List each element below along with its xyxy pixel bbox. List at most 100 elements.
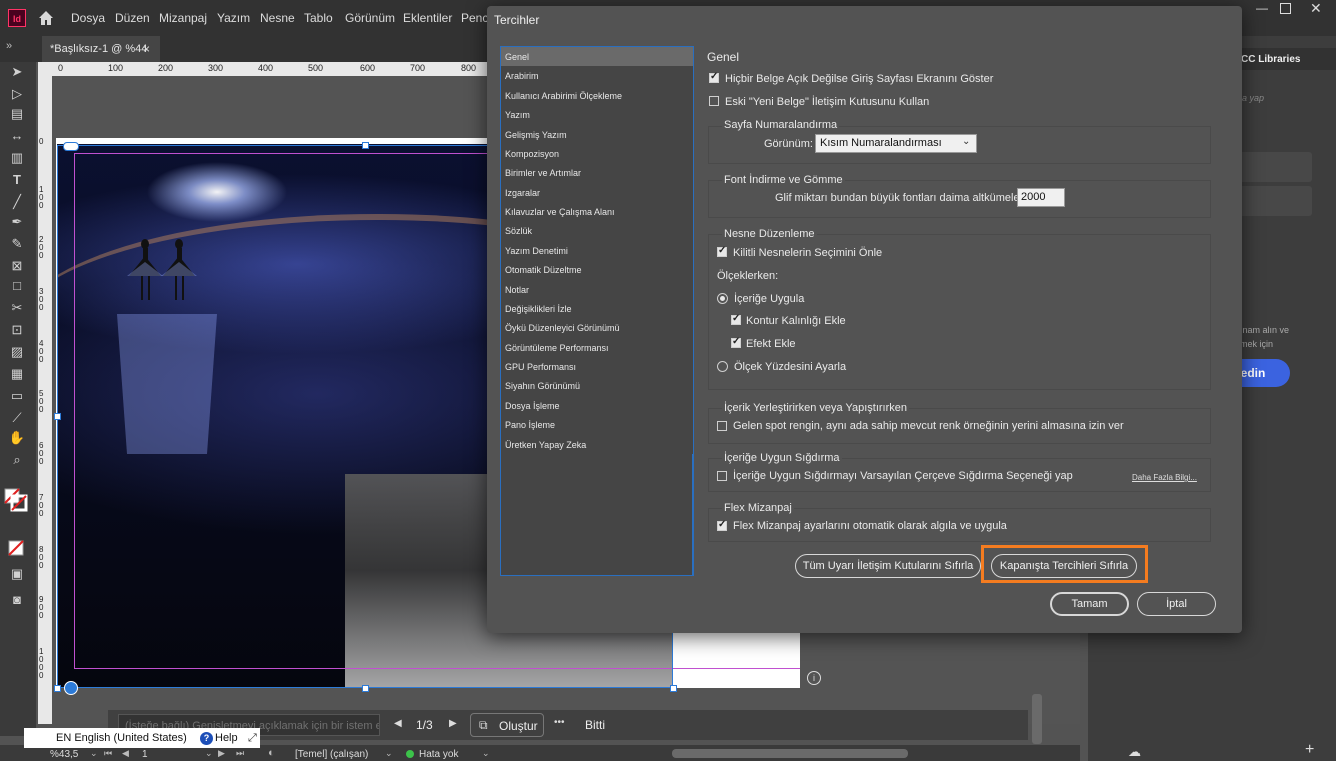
link-icon[interactable] [63, 142, 79, 151]
prev-variant-icon[interactable]: ◀ [394, 718, 402, 729]
category-notes[interactable]: Notlar [505, 285, 529, 295]
content-collector-icon[interactable]: ▥ [8, 150, 26, 166]
category-story-editor[interactable]: Öykü Düzenleyici Görünümü [505, 323, 620, 333]
next-variant-icon[interactable]: ▶ [449, 718, 457, 729]
scissors-tool-icon[interactable]: ✂ [8, 300, 26, 316]
gap-tool-icon[interactable]: ↔ [8, 128, 26, 144]
page-tool-icon[interactable]: ▤ [8, 106, 26, 122]
line-tool-icon[interactable]: ╱ [8, 194, 26, 210]
category-type[interactable]: Yazım [505, 110, 530, 120]
close-icon[interactable]: ✕ [1310, 0, 1322, 17]
next-page-icon[interactable]: ▶ [218, 748, 225, 759]
note-tool-icon[interactable]: ▭ [8, 388, 26, 404]
expand-icon[interactable]: ⤢ [248, 728, 257, 748]
preview-mode-icon[interactable]: ◙ [8, 592, 26, 608]
category-dictionary[interactable]: Sözlük [505, 226, 532, 236]
category-interface[interactable]: Arabirim [505, 71, 539, 81]
generate-button[interactable]: ⧉ Oluştur [470, 713, 544, 737]
style-indicator[interactable]: [Temel] (çalışan) [295, 749, 368, 760]
show-start-checkbox[interactable] [709, 71, 719, 83]
cancel-button[interactable]: İptal [1137, 592, 1216, 616]
category-clipboard[interactable]: Pano İşleme [505, 420, 555, 430]
help-icon[interactable]: ? [200, 732, 213, 745]
list-scrollbar[interactable] [692, 454, 693, 576]
add-effect-checkbox[interactable] [731, 336, 741, 348]
library-item[interactable] [1240, 186, 1312, 216]
eyedropper-tool-icon[interactable]: ⟋ [8, 410, 26, 426]
more-options-icon[interactable]: ••• [554, 717, 565, 728]
adjust-scale-radio[interactable] [717, 361, 728, 372]
pen-tool-icon[interactable]: ✒ [8, 214, 26, 230]
rectangle-frame-tool-icon[interactable]: ⊠ [8, 258, 26, 274]
category-composition[interactable]: Kompozisyon [505, 149, 559, 159]
language-label[interactable]: EN English (United States) [56, 728, 187, 748]
libraries-panel-title[interactable]: CC Libraries [1241, 54, 1300, 65]
library-item[interactable] [1240, 152, 1312, 182]
frame-handle[interactable] [54, 685, 61, 692]
apply-to-content-radio[interactable] [717, 293, 728, 304]
category-units[interactable]: Birimler ve Artımlar [505, 168, 581, 178]
type-tool-icon[interactable]: T [8, 172, 26, 188]
tab-close-icon[interactable]: × [143, 42, 150, 56]
view-dropdown[interactable]: Kısım Numaralandırması ⌄ [815, 134, 977, 153]
content-fit-checkbox[interactable] [717, 471, 727, 481]
frame-handle[interactable] [362, 142, 369, 149]
apply-none-icon[interactable] [8, 540, 24, 556]
add-stroke-checkbox[interactable] [731, 313, 741, 325]
category-guides[interactable]: Kılavuzlar ve Çalışma Alanı [505, 207, 615, 217]
ok-button[interactable]: Tamam [1050, 592, 1129, 616]
category-spelling[interactable]: Yazım Denetimi [505, 246, 568, 256]
category-advanced-type[interactable]: Gelişmiş Yazım [505, 130, 567, 140]
last-page-icon[interactable]: ⏭ [236, 748, 244, 759]
category-autocorrect[interactable]: Otomatik Düzeltme [505, 265, 582, 275]
prev-page-icon[interactable]: ◀ [122, 748, 129, 759]
fill-stroke-swatch-icon[interactable] [4, 488, 28, 512]
menu-file[interactable]: Dosya [71, 11, 105, 25]
pencil-tool-icon[interactable]: ✎ [8, 236, 26, 252]
legacy-new-doc-checkbox[interactable] [709, 96, 719, 106]
hand-tool-icon[interactable]: ✋ [8, 430, 26, 446]
zoom-tool-icon[interactable]: ⌕ [8, 452, 26, 468]
content-grabber-icon[interactable] [64, 681, 78, 695]
prevent-locked-checkbox[interactable] [717, 245, 727, 257]
category-gpu-performance[interactable]: GPU Performansı [505, 362, 576, 372]
frame-handle[interactable] [362, 685, 369, 692]
menu-type[interactable]: Yazım [217, 11, 250, 25]
menu-table[interactable]: Tablo [304, 11, 333, 25]
zoom-level[interactable]: %43,5 [50, 749, 78, 760]
help-link[interactable]: Help [215, 728, 238, 748]
flex-checkbox[interactable] [717, 519, 727, 531]
open-doc-icon[interactable]: ◐ [268, 747, 275, 759]
spot-color-checkbox[interactable] [717, 421, 727, 431]
cloud-icon[interactable]: ☁ [1128, 744, 1141, 760]
vertical-scrollbar[interactable] [1032, 694, 1042, 744]
category-ui-scaling[interactable]: Kullanıcı Arabirimi Ölçekleme [505, 91, 622, 101]
menu-plugins[interactable]: Eklentiler [403, 11, 452, 25]
menu-view[interactable]: Görünüm [345, 11, 395, 25]
library-search-hint[interactable]: a yap [1242, 93, 1264, 103]
direct-selection-tool-icon[interactable]: ▷ [8, 86, 26, 102]
menu-edit[interactable]: Düzen [115, 11, 150, 25]
add-icon[interactable]: + [1305, 741, 1314, 759]
style-dropdown-icon[interactable]: ⌄ [385, 748, 393, 759]
restore-icon[interactable] [1280, 3, 1291, 14]
frame-handle[interactable] [54, 413, 61, 420]
done-button[interactable]: Bitti [585, 718, 605, 732]
screen-mode-icon[interactable]: ▣ [8, 566, 26, 582]
preflight-status[interactable]: Hata yok [419, 749, 458, 760]
zoom-dropdown-icon[interactable]: ⌄ [90, 748, 98, 759]
menu-layout[interactable]: Mizanpaj [159, 11, 207, 25]
info-icon[interactable]: i [807, 671, 821, 685]
more-info-link[interactable]: Daha Fazla Bilgi... [1132, 473, 1197, 482]
category-grids[interactable]: Izgaralar [505, 188, 540, 198]
category-general[interactable]: Genel [505, 52, 529, 62]
reset-warnings-button[interactable]: Tüm Uyarı İletişim Kutularını Sıfırla [795, 554, 981, 578]
gradient-tool-icon[interactable]: ▨ [8, 344, 26, 360]
category-file-handling[interactable]: Dosya İşleme [505, 401, 560, 411]
page-dropdown-icon[interactable]: ⌄ [205, 748, 213, 759]
preflight-dropdown-icon[interactable]: ⌄ [482, 748, 490, 759]
category-black-appearance[interactable]: Siyahın Görünümü [505, 381, 580, 391]
category-track-changes[interactable]: Değişiklikleri İzle [505, 304, 572, 314]
gradient-feather-tool-icon[interactable]: ▦ [8, 366, 26, 382]
minimize-icon[interactable]: — [1256, 1, 1268, 15]
